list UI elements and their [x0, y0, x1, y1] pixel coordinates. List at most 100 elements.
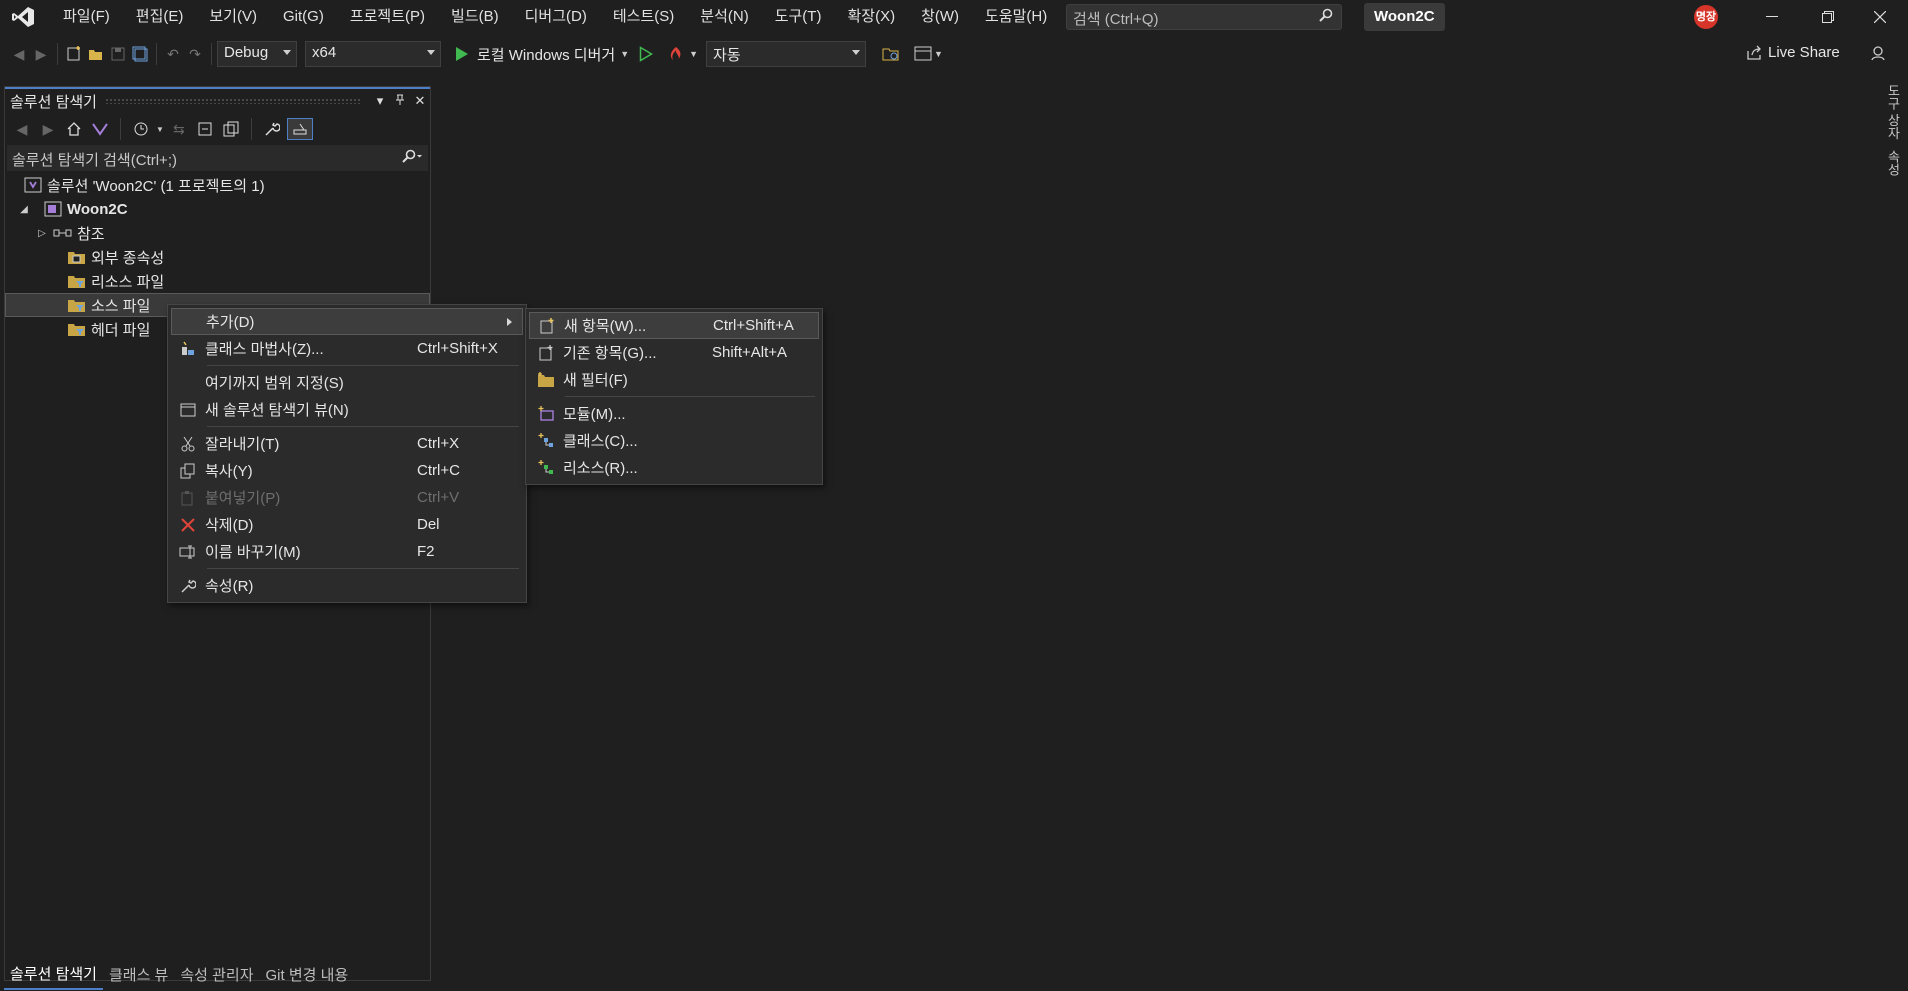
save-icon[interactable]	[107, 43, 129, 65]
forward-icon[interactable]: ▶	[37, 118, 59, 140]
menu-git[interactable]: Git(G)	[270, 0, 337, 34]
submenu-item-new-filter[interactable]: 새 필터(F)	[529, 366, 819, 393]
pending-changes-filter-icon[interactable]	[130, 118, 152, 140]
menu-item-delete-shortcut: Del	[417, 516, 440, 533]
chevron-down-icon	[852, 50, 861, 55]
chevron-down-icon[interactable]: ▼	[156, 125, 164, 134]
menu-separator	[207, 568, 519, 569]
start-debugging-button[interactable]: 로컬 Windows 디버거	[477, 44, 615, 65]
global-search-placeholder: 검색 (Ctrl+Q)	[1073, 11, 1159, 28]
tree-resource-files-node[interactable]: 리소스 파일	[5, 269, 430, 293]
menu-tools[interactable]: 도구(T)	[762, 0, 835, 34]
submenu-item-resource[interactable]: 리소스(R)...	[529, 454, 819, 481]
submenu-item-class[interactable]: 클래스(C)...	[529, 427, 819, 454]
menu-test[interactable]: 테스트(S)	[600, 0, 687, 34]
close-window-button[interactable]	[1852, 0, 1908, 34]
solution-explorer-search-input[interactable]: 솔루션 탐색기 검색(Ctrl+;)	[7, 145, 428, 171]
menu-item-scope-to-this[interactable]: 여기까지 범위 지정(S)	[171, 369, 523, 396]
submenu-item-module[interactable]: 모듈(M)...	[529, 400, 819, 427]
solution-platform-select[interactable]: x64	[305, 41, 441, 67]
menu-view[interactable]: 보기(V)	[196, 0, 270, 34]
start-without-debugging-icon[interactable]	[635, 43, 657, 65]
menu-item-rename[interactable]: 이름 바꾸기(M) F2	[171, 538, 523, 565]
menu-project[interactable]: 프로젝트(P)	[337, 0, 438, 34]
tab-git-changes[interactable]: Git 변경 내용	[260, 963, 355, 989]
live-share-label: Live Share	[1768, 44, 1840, 61]
redo-icon[interactable]: ↷	[184, 43, 206, 65]
show-all-files-icon[interactable]	[220, 118, 242, 140]
menu-item-cut[interactable]: 잘라내기(T) Ctrl+X	[171, 430, 523, 457]
tab-solution-explorer[interactable]: 솔루션 탐색기	[4, 962, 103, 990]
properties-wrench-icon[interactable]	[261, 118, 283, 140]
toolbar-overflow-icon[interactable]: ▼	[934, 49, 943, 59]
tree-external-dependencies-label: 외부 종속성	[91, 249, 165, 267]
navigate-forward-icon[interactable]: ▶	[30, 43, 52, 65]
tree-project-node[interactable]: ◢ Woon2C	[5, 197, 430, 221]
tab-property-manager[interactable]: 속성 관리자	[174, 963, 259, 989]
menu-item-delete-label: 삭제(D)	[205, 517, 254, 534]
tree-external-dependencies-node[interactable]: 외부 종속성	[5, 245, 430, 269]
menu-file[interactable]: 파일(F)	[50, 0, 123, 34]
tree-solution-node[interactable]: 솔루션 'Woon2C' (1 프로젝트의 1)	[5, 173, 430, 197]
pin-icon[interactable]	[390, 94, 410, 109]
back-icon[interactable]: ◀	[11, 118, 33, 140]
menu-item-paste[interactable]: 붙여넣기(P) Ctrl+V	[171, 484, 523, 511]
visual-studio-logo-icon[interactable]	[6, 0, 40, 34]
feedback-icon[interactable]	[1870, 44, 1888, 66]
menu-debug[interactable]: 디버그(D)	[512, 0, 600, 34]
menu-window[interactable]: 창(W)	[908, 0, 972, 34]
menu-item-delete[interactable]: 삭제(D) Del	[171, 511, 523, 538]
restore-button[interactable]	[1800, 0, 1856, 34]
tree-references-node[interactable]: ▷ 참조	[5, 221, 430, 245]
submenu-item-existing-item[interactable]: 기존 항목(G)... Shift+Alt+A	[529, 339, 819, 366]
browse-folder-icon[interactable]	[880, 43, 902, 65]
menu-item-class-wizard[interactable]: 클래스 마법사(Z)... Ctrl+Shift+X	[171, 335, 523, 362]
switch-views-icon[interactable]	[89, 118, 111, 140]
layout-icon[interactable]	[912, 43, 934, 65]
menu-help[interactable]: 도움말(H)	[972, 0, 1060, 34]
search-icon[interactable]	[402, 149, 422, 167]
menu-extensions[interactable]: 확장(X)	[834, 0, 908, 34]
open-file-icon[interactable]	[85, 43, 107, 65]
solution-explorer-title-bar[interactable]: 솔루션 탐색기 ▾ ✕	[5, 87, 430, 113]
new-project-icon[interactable]	[63, 43, 85, 65]
collapsed-arrow-icon[interactable]: ▷	[35, 228, 49, 239]
menu-item-cut-label: 잘라내기(T)	[205, 436, 280, 453]
user-avatar[interactable]: 명장	[1694, 5, 1718, 29]
home-icon[interactable]	[63, 118, 85, 140]
menu-item-properties[interactable]: 속성(R)	[171, 572, 523, 599]
navigate-back-icon[interactable]: ◀	[8, 43, 30, 65]
preview-selected-items-icon[interactable]	[286, 118, 313, 140]
collapse-all-icon[interactable]	[194, 118, 216, 140]
minimize-button[interactable]	[1744, 0, 1800, 34]
menu-edit[interactable]: 편집(E)	[123, 0, 197, 34]
menu-build[interactable]: 빌드(B)	[438, 0, 512, 34]
chevron-down-icon[interactable]: ▼	[620, 49, 629, 59]
solution-configuration-select[interactable]: Debug	[217, 41, 297, 67]
toolbox-tab[interactable]: 도구 상자	[1886, 84, 1901, 140]
solution-name-badge[interactable]: Woon2C	[1364, 3, 1445, 31]
module-icon	[529, 405, 563, 422]
submenu-item-new-item[interactable]: 새 항목(W)... Ctrl+Shift+A	[529, 312, 819, 339]
expanded-arrow-icon[interactable]: ◢	[17, 204, 31, 215]
undo-icon[interactable]: ↶	[162, 43, 184, 65]
menu-item-copy[interactable]: 복사(Y) Ctrl+C	[171, 457, 523, 484]
start-debugging-icon[interactable]	[451, 43, 473, 65]
drag-grip[interactable]	[104, 98, 362, 104]
close-panel-icon[interactable]: ✕	[410, 93, 430, 109]
target-select[interactable]: 자동	[706, 41, 867, 67]
save-all-icon[interactable]	[129, 43, 151, 65]
menu-analyze[interactable]: 분석(N)	[687, 0, 761, 34]
paste-icon	[171, 490, 205, 506]
chevron-down-icon[interactable]: ▼	[689, 49, 698, 59]
submenu-item-new-filter-label: 새 필터(F)	[563, 372, 628, 389]
live-share-button[interactable]: Live Share	[1746, 44, 1840, 61]
menu-item-add[interactable]: 추가(D)	[171, 308, 523, 335]
properties-tab[interactable]: 속성	[1886, 150, 1901, 176]
sync-with-active-document-icon[interactable]: ⇆	[168, 118, 190, 140]
global-search-input[interactable]: 검색 (Ctrl+Q)	[1066, 4, 1342, 30]
tab-class-view[interactable]: 클래스 뷰	[103, 963, 174, 989]
window-position-dropdown-icon[interactable]: ▾	[370, 93, 390, 109]
menu-item-new-explorer-view[interactable]: 새 솔루션 탐색기 뷰(N)	[171, 396, 523, 423]
hot-reload-icon[interactable]	[665, 43, 687, 65]
